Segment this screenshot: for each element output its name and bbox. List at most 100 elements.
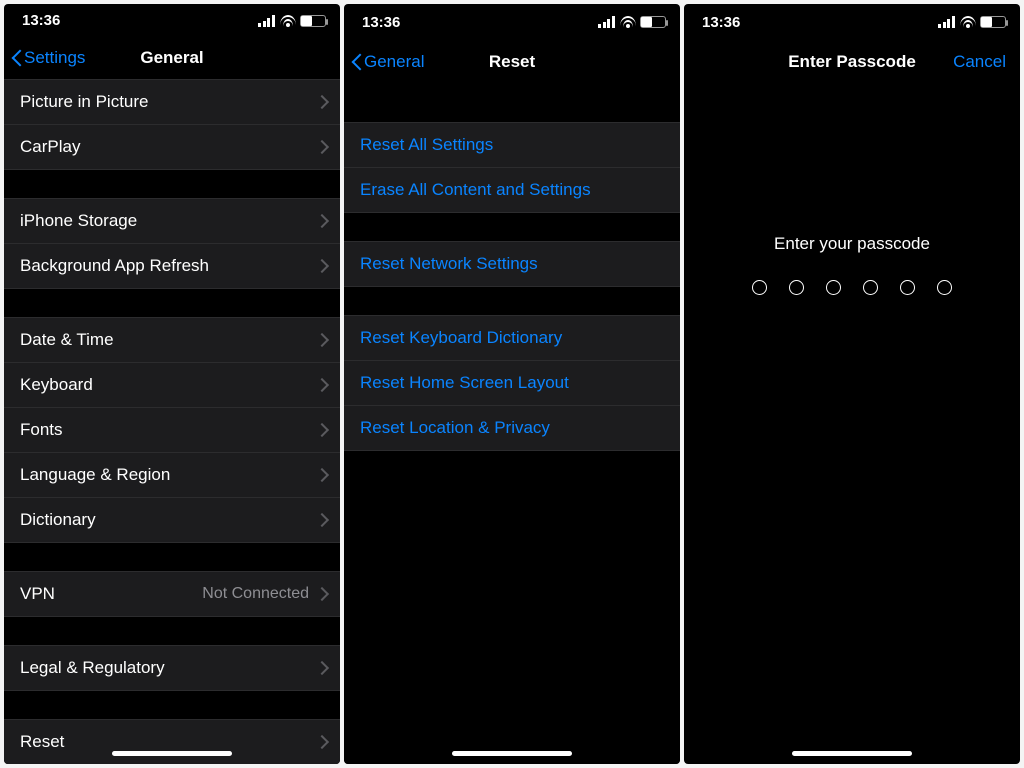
chevron-right-icon — [317, 378, 326, 392]
row-label: VPN — [20, 584, 202, 604]
settings-group: Date & Time Keyboard Fonts Language & Regio… — [4, 317, 340, 543]
settings-row[interactable]: VPNNot Connected — [4, 571, 340, 617]
status-indicators — [258, 15, 326, 27]
row-label: Reset Keyboard Dictionary — [360, 328, 666, 348]
reset-action[interactable]: Erase All Content and Settings — [344, 168, 680, 213]
row-label: Picture in Picture — [20, 92, 317, 112]
home-indicator[interactable] — [792, 751, 912, 756]
phone-reset: 13:36 General Reset Reset All Settings Er… — [344, 4, 680, 764]
settings-row[interactable]: Picture in Picture — [4, 79, 340, 125]
status-time: 13:36 — [362, 14, 400, 31]
settings-row[interactable]: Reset — [4, 719, 340, 764]
phone-general: 13:36 Settings General Picture in Pictur… — [4, 4, 340, 764]
cellular-icon — [938, 16, 956, 28]
back-button[interactable]: Settings — [10, 38, 85, 79]
settings-row[interactable]: CarPlay — [4, 125, 340, 170]
row-label: Reset — [20, 732, 317, 752]
settings-group: iPhone Storage Background App Refresh — [4, 198, 340, 289]
page-title: General — [140, 48, 203, 68]
row-label: Keyboard — [20, 375, 317, 395]
passcode-dot — [863, 280, 878, 295]
reset-group: Reset All Settings Erase All Content and … — [344, 122, 680, 213]
chevron-right-icon — [317, 423, 326, 437]
back-label: General — [364, 52, 424, 72]
passcode-dot — [900, 280, 915, 295]
battery-icon — [980, 16, 1006, 28]
settings-group: VPNNot Connected — [4, 571, 340, 617]
wifi-icon — [620, 16, 636, 28]
row-label: Reset Network Settings — [360, 254, 666, 274]
battery-icon — [640, 16, 666, 28]
reset-action[interactable]: Reset Network Settings — [344, 241, 680, 287]
row-label: Background App Refresh — [20, 256, 317, 276]
passcode-dot — [789, 280, 804, 295]
reset-action[interactable]: Reset Location & Privacy — [344, 406, 680, 451]
status-bar: 13:36 — [4, 4, 340, 38]
back-button[interactable]: General — [350, 40, 424, 84]
reset-action[interactable]: Reset All Settings — [344, 122, 680, 168]
row-label: Erase All Content and Settings — [360, 180, 666, 200]
chevron-left-icon — [10, 48, 22, 68]
settings-list[interactable]: Picture in Picture CarPlay iPhone Storage B… — [4, 79, 340, 764]
status-indicators — [938, 16, 1006, 28]
cancel-button[interactable]: Cancel — [953, 40, 1006, 84]
nav-bar: General Reset — [344, 40, 680, 84]
chevron-right-icon — [317, 333, 326, 347]
row-label: Fonts — [20, 420, 317, 440]
page-title: Enter Passcode — [788, 52, 916, 72]
nav-bar: Enter Passcode Cancel — [684, 40, 1020, 84]
nav-bar: Settings General — [4, 38, 340, 79]
chevron-right-icon — [317, 95, 326, 109]
cellular-icon — [598, 16, 616, 28]
passcode-entry: Enter your passcode — [684, 84, 1020, 764]
settings-row[interactable]: Keyboard — [4, 363, 340, 408]
chevron-right-icon — [317, 587, 326, 601]
passcode-dot — [752, 280, 767, 295]
settings-row[interactable]: Language & Region — [4, 453, 340, 498]
chevron-right-icon — [317, 661, 326, 675]
battery-icon — [300, 15, 326, 27]
passcode-dot — [937, 280, 952, 295]
settings-group: Legal & Regulatory — [4, 645, 340, 691]
reset-action[interactable]: Reset Home Screen Layout — [344, 361, 680, 406]
settings-row[interactable]: iPhone Storage — [4, 198, 340, 244]
settings-row[interactable]: Background App Refresh — [4, 244, 340, 289]
status-indicators — [598, 16, 666, 28]
row-label: Dictionary — [20, 510, 317, 530]
row-label: Reset Home Screen Layout — [360, 373, 666, 393]
chevron-right-icon — [317, 214, 326, 228]
settings-group: Picture in Picture CarPlay — [4, 79, 340, 170]
passcode-prompt: Enter your passcode — [774, 234, 930, 254]
cellular-icon — [258, 15, 276, 27]
status-bar: 13:36 — [344, 4, 680, 40]
row-label: iPhone Storage — [20, 211, 317, 231]
chevron-right-icon — [317, 735, 326, 749]
row-label: Reset All Settings — [360, 135, 666, 155]
status-bar: 13:36 — [684, 4, 1020, 40]
reset-action[interactable]: Reset Keyboard Dictionary — [344, 315, 680, 361]
reset-group: Reset Keyboard Dictionary Reset Home Scre… — [344, 315, 680, 451]
chevron-right-icon — [317, 140, 326, 154]
chevron-right-icon — [317, 468, 326, 482]
back-label: Settings — [24, 48, 85, 68]
settings-row[interactable]: Legal & Regulatory — [4, 645, 340, 691]
settings-row[interactable]: Fonts — [4, 408, 340, 453]
row-label: Language & Region — [20, 465, 317, 485]
chevron-right-icon — [317, 259, 326, 273]
screenshot-triptych: 13:36 Settings General Picture in Pictur… — [0, 0, 1024, 768]
phone-passcode: 13:36 Enter Passcode Cancel Enter your p… — [684, 4, 1020, 764]
row-label: CarPlay — [20, 137, 317, 157]
settings-row[interactable]: Date & Time — [4, 317, 340, 363]
settings-group: ResetShut Down — [4, 719, 340, 764]
home-indicator[interactable] — [452, 751, 572, 756]
passcode-dot — [826, 280, 841, 295]
passcode-dots — [752, 280, 952, 295]
status-time: 13:36 — [22, 12, 60, 29]
home-indicator[interactable] — [112, 751, 232, 756]
wifi-icon — [960, 16, 976, 28]
chevron-left-icon — [350, 52, 362, 72]
row-label: Date & Time — [20, 330, 317, 350]
reset-list[interactable]: Reset All Settings Erase All Content and … — [344, 84, 680, 764]
settings-row[interactable]: Dictionary — [4, 498, 340, 543]
reset-group: Reset Network Settings — [344, 241, 680, 287]
